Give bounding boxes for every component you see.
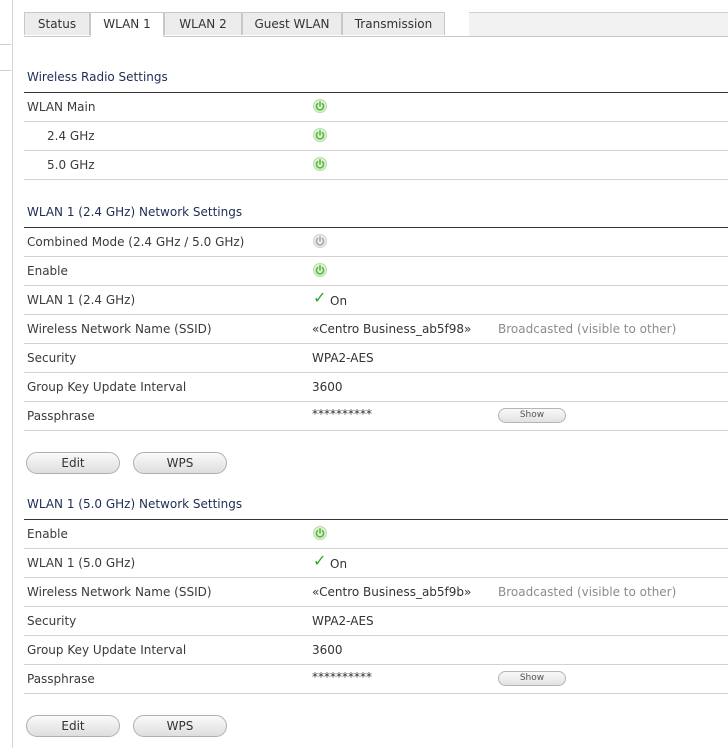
page-left-edge bbox=[0, 0, 13, 748]
row-label: WLAN 1 (5.0 GHz) bbox=[27, 556, 136, 570]
check-icon: ✓ bbox=[313, 288, 327, 307]
row-label: Security bbox=[27, 614, 77, 628]
tab-wlan2[interactable]: WLAN 2 bbox=[164, 12, 242, 35]
ssid-broadcast-note: Broadcasted (visible to other) bbox=[498, 585, 677, 599]
wps-button[interactable]: WPS bbox=[133, 715, 227, 737]
tab-bar: Status WLAN 1 WLAN 2 Guest WLAN Transmis… bbox=[24, 12, 728, 37]
wps-button[interactable]: WPS bbox=[133, 452, 227, 474]
ssid-broadcast-note: Broadcasted (visible to other) bbox=[498, 322, 677, 336]
row-label: Group Key Update Interval bbox=[27, 643, 187, 657]
section-title-radio: Wireless Radio Settings bbox=[27, 70, 168, 84]
row-security-50: Security WPA2-AES bbox=[24, 607, 728, 636]
row-wlan-main: WLAN Main bbox=[24, 93, 728, 122]
edit-button[interactable]: Edit bbox=[26, 452, 120, 474]
row-label: Group Key Update Interval bbox=[27, 380, 187, 394]
row-interval-24: Group Key Update Interval 3600 bbox=[24, 373, 728, 402]
power-on-icon[interactable] bbox=[313, 157, 327, 171]
interval-value: 3600 bbox=[312, 643, 343, 657]
show-passphrase-button[interactable]: Show bbox=[498, 671, 566, 686]
status-value: On bbox=[330, 557, 348, 571]
power-off-icon[interactable] bbox=[313, 234, 327, 248]
ssid-value: «Centro Business_ab5f9b» bbox=[312, 585, 472, 599]
passphrase-value: ********** bbox=[312, 407, 372, 421]
tab-status[interactable]: Status bbox=[24, 12, 90, 35]
row-label: Enable bbox=[27, 264, 68, 278]
row-band-24: 2.4 GHz bbox=[24, 122, 728, 151]
power-on-icon[interactable] bbox=[313, 263, 327, 277]
row-label: Wireless Network Name (SSID) bbox=[27, 322, 212, 336]
ssid-value: «Centro Business_ab5f98» bbox=[312, 322, 472, 336]
row-label: 2.4 GHz bbox=[47, 129, 95, 143]
row-wlan-status-50: WLAN 1 (5.0 GHz) ✓ On bbox=[24, 549, 728, 578]
row-wlan-status-24: WLAN 1 (2.4 GHz) ✓ On bbox=[24, 286, 728, 315]
row-label: Passphrase bbox=[27, 409, 95, 423]
check-icon: ✓ bbox=[313, 551, 327, 570]
row-passphrase-50: Passphrase ********** Show bbox=[24, 665, 728, 694]
row-band-50: 5.0 GHz bbox=[24, 151, 728, 180]
row-enable-24: Enable bbox=[24, 257, 728, 286]
row-ssid-24: Wireless Network Name (SSID) «Centro Bus… bbox=[24, 315, 728, 344]
security-value: WPA2-AES bbox=[312, 351, 374, 365]
section-title-wlan50: WLAN 1 (5.0 GHz) Network Settings bbox=[27, 497, 243, 511]
row-label: Security bbox=[27, 351, 77, 365]
section-title-wlan24: WLAN 1 (2.4 GHz) Network Settings bbox=[27, 205, 243, 219]
row-security-24: Security WPA2-AES bbox=[24, 344, 728, 373]
passphrase-value: ********** bbox=[312, 670, 372, 684]
row-interval-50: Group Key Update Interval 3600 bbox=[24, 636, 728, 665]
edge-divider bbox=[0, 70, 11, 71]
row-ssid-50: Wireless Network Name (SSID) «Centro Bus… bbox=[24, 578, 728, 607]
edit-button[interactable]: Edit bbox=[26, 715, 120, 737]
interval-value: 3600 bbox=[312, 380, 343, 394]
row-label: WLAN Main bbox=[27, 100, 96, 114]
row-label: WLAN 1 (2.4 GHz) bbox=[27, 293, 136, 307]
status-value: On bbox=[330, 294, 348, 308]
edge-divider bbox=[0, 44, 11, 45]
power-on-icon[interactable] bbox=[313, 526, 327, 540]
power-on-icon[interactable] bbox=[313, 99, 327, 113]
row-combined-mode: Combined Mode (2.4 GHz / 5.0 GHz) bbox=[24, 228, 728, 257]
row-label: Passphrase bbox=[27, 672, 95, 686]
row-label: Combined Mode (2.4 GHz / 5.0 GHz) bbox=[27, 235, 245, 249]
row-label: 5.0 GHz bbox=[47, 158, 95, 172]
row-enable-50: Enable bbox=[24, 520, 728, 549]
row-label: Enable bbox=[27, 527, 68, 541]
row-label: Wireless Network Name (SSID) bbox=[27, 585, 212, 599]
tab-transmission[interactable]: Transmission bbox=[342, 12, 445, 35]
tab-guest-wlan[interactable]: Guest WLAN bbox=[242, 12, 342, 35]
tab-wlan1[interactable]: WLAN 1 bbox=[90, 12, 164, 37]
row-passphrase-24: Passphrase ********** Show bbox=[24, 402, 728, 431]
tab-bar-filler bbox=[469, 12, 728, 36]
show-passphrase-button[interactable]: Show bbox=[498, 408, 566, 423]
power-on-icon[interactable] bbox=[313, 128, 327, 142]
security-value: WPA2-AES bbox=[312, 614, 374, 628]
